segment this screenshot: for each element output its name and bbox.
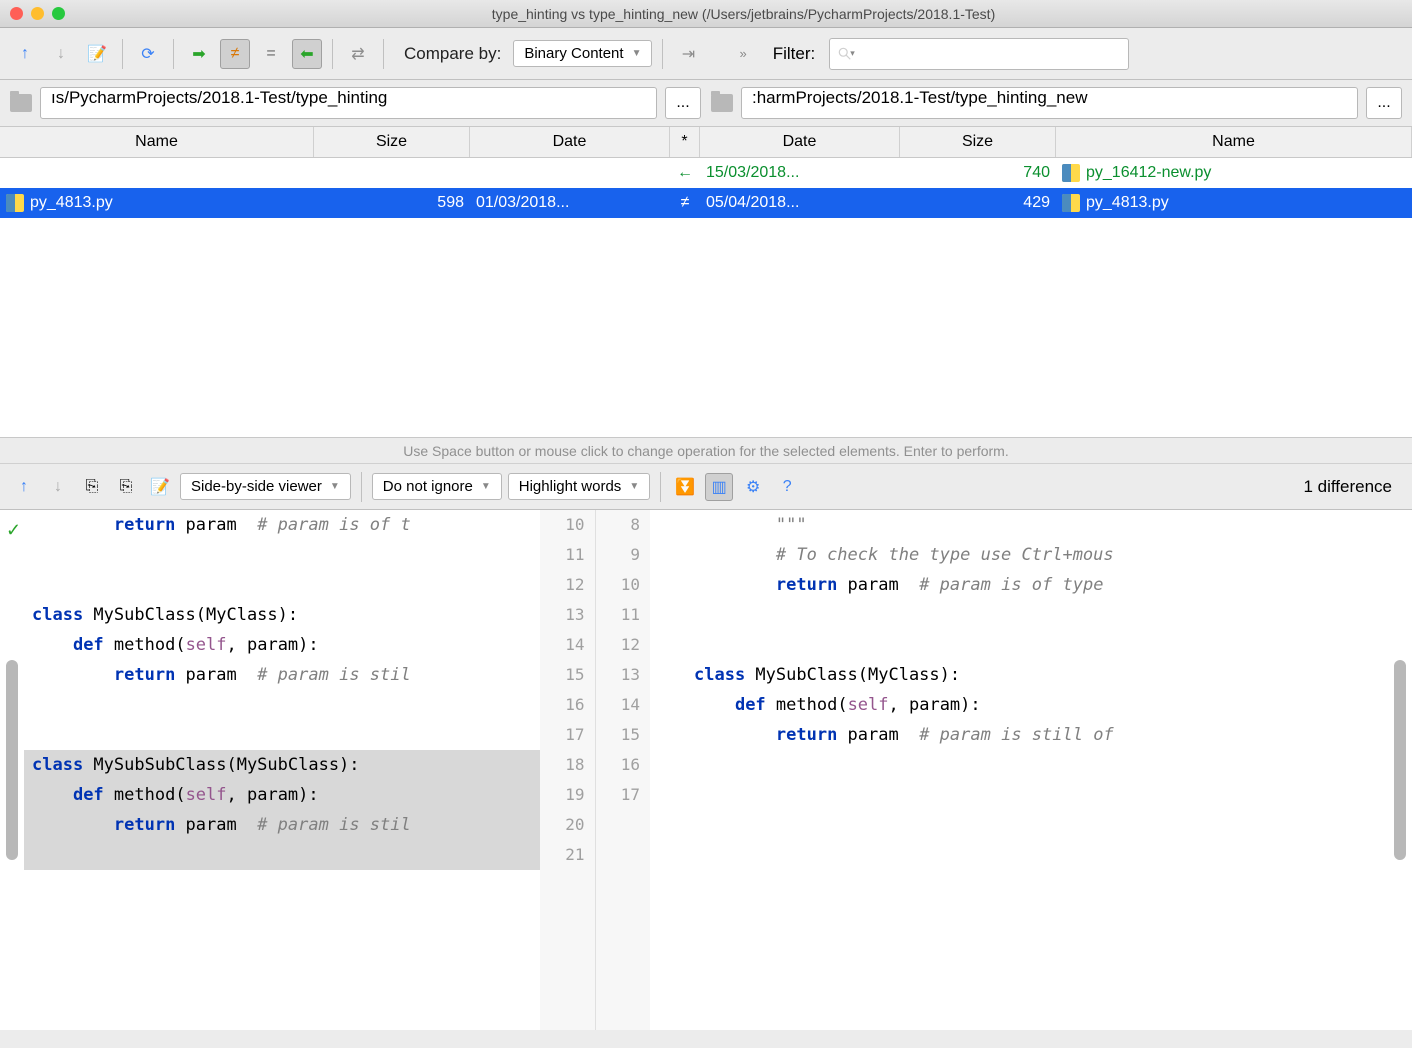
code-line [24, 540, 540, 570]
left-path-input[interactable]: ıs/PycharmProjects/2018.1-Test/type_hint… [40, 87, 657, 119]
compare-by-value: Binary Content [524, 45, 623, 62]
highlight-mode-value: Highlight words [519, 478, 622, 495]
not-equal-icon[interactable]: ≠ [220, 39, 250, 69]
ignore-mode-value: Do not ignore [383, 478, 473, 495]
code-line: return param # param is stil [24, 660, 540, 690]
export-right-icon[interactable]: ⎘ [112, 473, 140, 501]
merge-icon[interactable]: ⇄ [343, 39, 373, 69]
code-line [686, 630, 1412, 660]
code-line: """ [686, 510, 1412, 540]
code-line: return param # param is of type [686, 570, 1412, 600]
header-size-left[interactable]: Size [314, 127, 470, 157]
export-left-icon[interactable]: ⎘ [78, 473, 106, 501]
browse-left-button[interactable]: ... [665, 87, 701, 119]
help-icon[interactable]: ? [773, 473, 801, 501]
code-line: # To check the type use Ctrl+mous [686, 540, 1412, 570]
window-title: type_hinting vs type_hinting_new (/Users… [85, 6, 1402, 22]
edit-icon[interactable]: 📝 [82, 39, 112, 69]
header-date-left[interactable]: Date [470, 127, 670, 157]
code-line: class MySubClass(MyClass): [686, 660, 1412, 690]
header-name-right[interactable]: Name [1056, 127, 1412, 157]
header-size-right[interactable]: Size [900, 127, 1056, 157]
code-line: def method(self, param): [24, 780, 540, 810]
code-line: def method(self, param): [24, 630, 540, 660]
gutter-left: 101112131415161718192021 [540, 510, 596, 1030]
right-path-input[interactable]: :harmProjects/2018.1-Test/type_hinting_n… [741, 87, 1358, 119]
chevron-down-icon: ▼ [632, 48, 642, 59]
diff-count: 1 difference [1303, 477, 1402, 497]
edit-diff-icon[interactable]: 📝 [146, 473, 174, 501]
chevron-down-icon: ▼ [629, 481, 639, 492]
equal-icon[interactable]: = [256, 39, 286, 69]
gutter: 101112131415161718192021 891011121314151… [540, 510, 650, 1030]
code-line: class MySubSubClass(MySubClass): [24, 750, 540, 780]
top-toolbar: ↑ ↓ 📝 ⟳ ➡ ≠ = ⬅ ⇄ Compare by: Binary Con… [0, 28, 1412, 80]
code-line [24, 840, 540, 870]
compare-by-label: Compare by: [404, 44, 501, 64]
browse-right-button[interactable]: ... [1366, 87, 1402, 119]
gear-icon[interactable]: ⚙ [739, 473, 767, 501]
table-row[interactable]: py_4813.py59801/03/2018...≠05/04/2018...… [0, 188, 1412, 218]
next-diff-icon[interactable]: ↓ [44, 473, 72, 501]
collapse-icon[interactable]: ⏬ [671, 473, 699, 501]
maximize-icon[interactable] [52, 7, 65, 20]
window-controls [10, 7, 65, 20]
minimize-icon[interactable] [31, 7, 44, 20]
folder-icon [10, 94, 32, 112]
close-icon[interactable] [10, 7, 23, 20]
python-file-icon [1062, 164, 1080, 182]
sync-scroll-icon[interactable]: ▥ [705, 473, 733, 501]
arrow-right-icon[interactable]: ➡ [184, 39, 214, 69]
ignore-mode-select[interactable]: Do not ignore ▼ [372, 473, 502, 500]
code-line [24, 690, 540, 720]
filter-input[interactable]: ▾ [829, 38, 1129, 70]
arrow-down-icon[interactable]: ↓ [46, 39, 76, 69]
titlebar: type_hinting vs type_hinting_new (/Users… [0, 0, 1412, 28]
filter-label: Filter: [773, 44, 816, 64]
highlight-mode-select[interactable]: Highlight words ▼ [508, 473, 650, 500]
code-line [686, 780, 1412, 810]
search-icon [838, 47, 852, 61]
code-line [686, 600, 1412, 630]
code-line: class MySubClass(MyClass): [24, 600, 540, 630]
file-table-header: Name Size Date * Date Size Name [0, 126, 1412, 158]
viewer-mode-value: Side-by-side viewer [191, 478, 322, 495]
right-code[interactable]: """ # To check the type use Ctrl+mous re… [650, 510, 1412, 1030]
code-line [24, 570, 540, 600]
prev-diff-icon[interactable]: ↑ [10, 473, 38, 501]
file-table-body: ←15/03/2018...740py_16412-new.pypy_4813.… [0, 158, 1412, 438]
python-file-icon [6, 194, 24, 212]
code-line [24, 720, 540, 750]
diff-pane: ✓ return param # param is of t class MyS… [0, 510, 1412, 1030]
compare-by-select[interactable]: Binary Content ▼ [513, 40, 652, 67]
diff-toolbar: ↑ ↓ ⎘ ⎘ 📝 Side-by-side viewer ▼ Do not i… [0, 464, 1412, 510]
hint-text: Use Space button or mouse click to chang… [0, 438, 1412, 464]
gutter-right: 891011121314151617 [596, 510, 651, 1030]
code-line: return param # param is of t [24, 510, 540, 540]
diff-next-icon[interactable]: ⇥ [673, 39, 703, 69]
path-bar: ıs/PycharmProjects/2018.1-Test/type_hint… [0, 80, 1412, 126]
viewer-mode-select[interactable]: Side-by-side viewer ▼ [180, 473, 351, 500]
right-scrollbar[interactable] [1394, 660, 1406, 860]
folder-icon [711, 94, 733, 112]
code-line: return param # param is stil [24, 810, 540, 840]
code-line: def method(self, param): [686, 690, 1412, 720]
header-date-right[interactable]: Date [700, 127, 900, 157]
arrow-left-icon[interactable]: ⬅ [292, 39, 322, 69]
code-line: return param # param is still of [686, 720, 1412, 750]
python-file-icon [1062, 194, 1080, 212]
header-name-left[interactable]: Name [0, 127, 314, 157]
table-row[interactable]: ←15/03/2018...740py_16412-new.py [0, 158, 1412, 188]
chevron-down-icon: ▼ [330, 481, 340, 492]
code-line [686, 750, 1412, 780]
refresh-icon[interactable]: ⟳ [133, 39, 163, 69]
arrow-up-icon[interactable]: ↑ [10, 39, 40, 69]
header-op[interactable]: * [670, 127, 700, 157]
chevron-down-icon: ▼ [481, 481, 491, 492]
left-code[interactable]: return param # param is of t class MySub… [0, 510, 540, 1030]
